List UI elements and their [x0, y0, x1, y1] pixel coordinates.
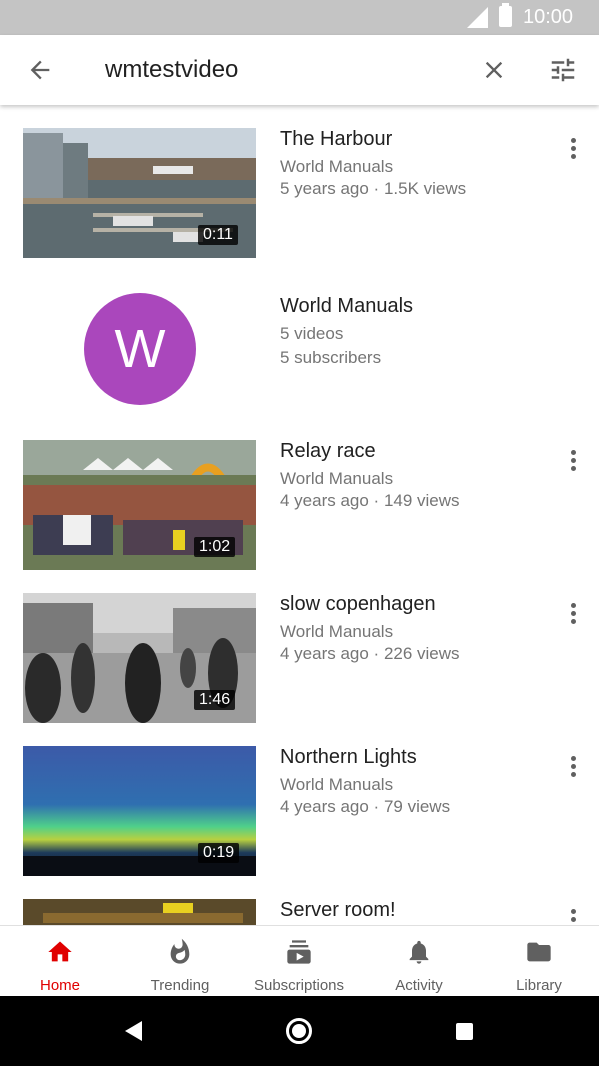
nav-home-label: Home [39, 977, 80, 994]
nav-activity[interactable]: Activity [359, 926, 479, 997]
status-bar: 10:00 [0, 0, 599, 35]
channel-name: World Manuals [280, 775, 394, 794]
channel-avatar[interactable]: W [84, 293, 196, 405]
video-result-harbour[interactable]: 0:11 The Harbour World Manuals 5 years a… [0, 128, 599, 258]
nav-trending-label: Trending [150, 977, 210, 994]
channel-subscriber-count: 5 subscribers [280, 348, 382, 367]
nav-library-label: Library [516, 977, 562, 994]
video-result-server-room[interactable]: Server room! [0, 899, 599, 925]
nav-home[interactable]: Home [0, 926, 120, 997]
nav-subscriptions[interactable]: Subscriptions [239, 926, 359, 997]
nav-subscriptions-label: Subscriptions [253, 977, 345, 994]
duration-badge: 1:02 [194, 537, 236, 557]
flame-icon [170, 938, 190, 964]
nav-activity-label: Activity [395, 977, 443, 994]
bottom-navigation: Home Trending Subscriptions Activity Lib… [0, 925, 599, 996]
video-title[interactable]: Relay race [280, 440, 376, 463]
video-thumbnail[interactable] [23, 899, 256, 925]
duration-badge: 0:11 [198, 225, 238, 245]
video-result-northern-lights[interactable]: 0:19 Northern Lights World Manuals 4 yea… [0, 746, 599, 876]
search-header: wmtestvideo [0, 35, 599, 105]
more-options-icon[interactable] [566, 756, 580, 780]
video-result-relay[interactable]: 1:02 Relay race World Manuals 4 years ag… [0, 440, 599, 570]
video-title[interactable]: Northern Lights [280, 746, 417, 769]
more-options-icon[interactable] [566, 909, 580, 925]
duration-badge: 0:19 [198, 843, 240, 863]
channel-name: World Manuals [280, 157, 394, 176]
video-stats: 4 years ago · 149 views [280, 491, 460, 510]
more-options-icon[interactable] [566, 138, 580, 162]
home-icon [48, 941, 72, 962]
back-arrow-icon[interactable] [26, 56, 54, 84]
channel-name: World Manuals [280, 469, 394, 488]
channel-video-count: 5 videos [280, 324, 344, 343]
system-home-icon[interactable] [286, 1018, 312, 1044]
system-recents-icon[interactable] [456, 1023, 473, 1040]
video-title[interactable]: Server room! [280, 899, 396, 922]
filter-icon[interactable] [548, 55, 578, 85]
video-stats: 5 years ago · 1.5K views [280, 179, 467, 198]
system-back-icon[interactable] [125, 1021, 142, 1041]
nav-trending[interactable]: Trending [120, 926, 240, 997]
search-query[interactable]: wmtestvideo [105, 56, 238, 84]
system-navigation-bar [0, 996, 599, 1066]
status-time: 10:00 [523, 6, 574, 28]
video-stats: 4 years ago · 79 views [280, 797, 451, 816]
nav-library[interactable]: Library [479, 926, 599, 997]
video-title[interactable]: The Harbour [280, 128, 392, 151]
more-options-icon[interactable] [566, 450, 580, 474]
signal-icon [467, 7, 488, 28]
channel-name: World Manuals [280, 622, 394, 641]
bell-icon [409, 940, 429, 964]
channel-result[interactable]: W World Manuals 5 videos 5 subscribers [0, 293, 599, 405]
clear-search-icon[interactable] [480, 56, 508, 84]
video-result-copenhagen[interactable]: 1:46 slow copenhagen World Manuals 4 yea… [0, 593, 599, 723]
battery-icon [499, 3, 512, 27]
folder-icon [527, 942, 551, 962]
video-stats: 4 years ago · 226 views [280, 644, 460, 663]
subscriptions-icon [287, 940, 311, 964]
duration-badge: 1:46 [194, 690, 236, 710]
more-options-icon[interactable] [566, 603, 580, 627]
video-title[interactable]: slow copenhagen [280, 593, 436, 616]
search-results: 0:11 The Harbour World Manuals 5 years a… [0, 105, 599, 925]
channel-title[interactable]: World Manuals [280, 295, 413, 318]
